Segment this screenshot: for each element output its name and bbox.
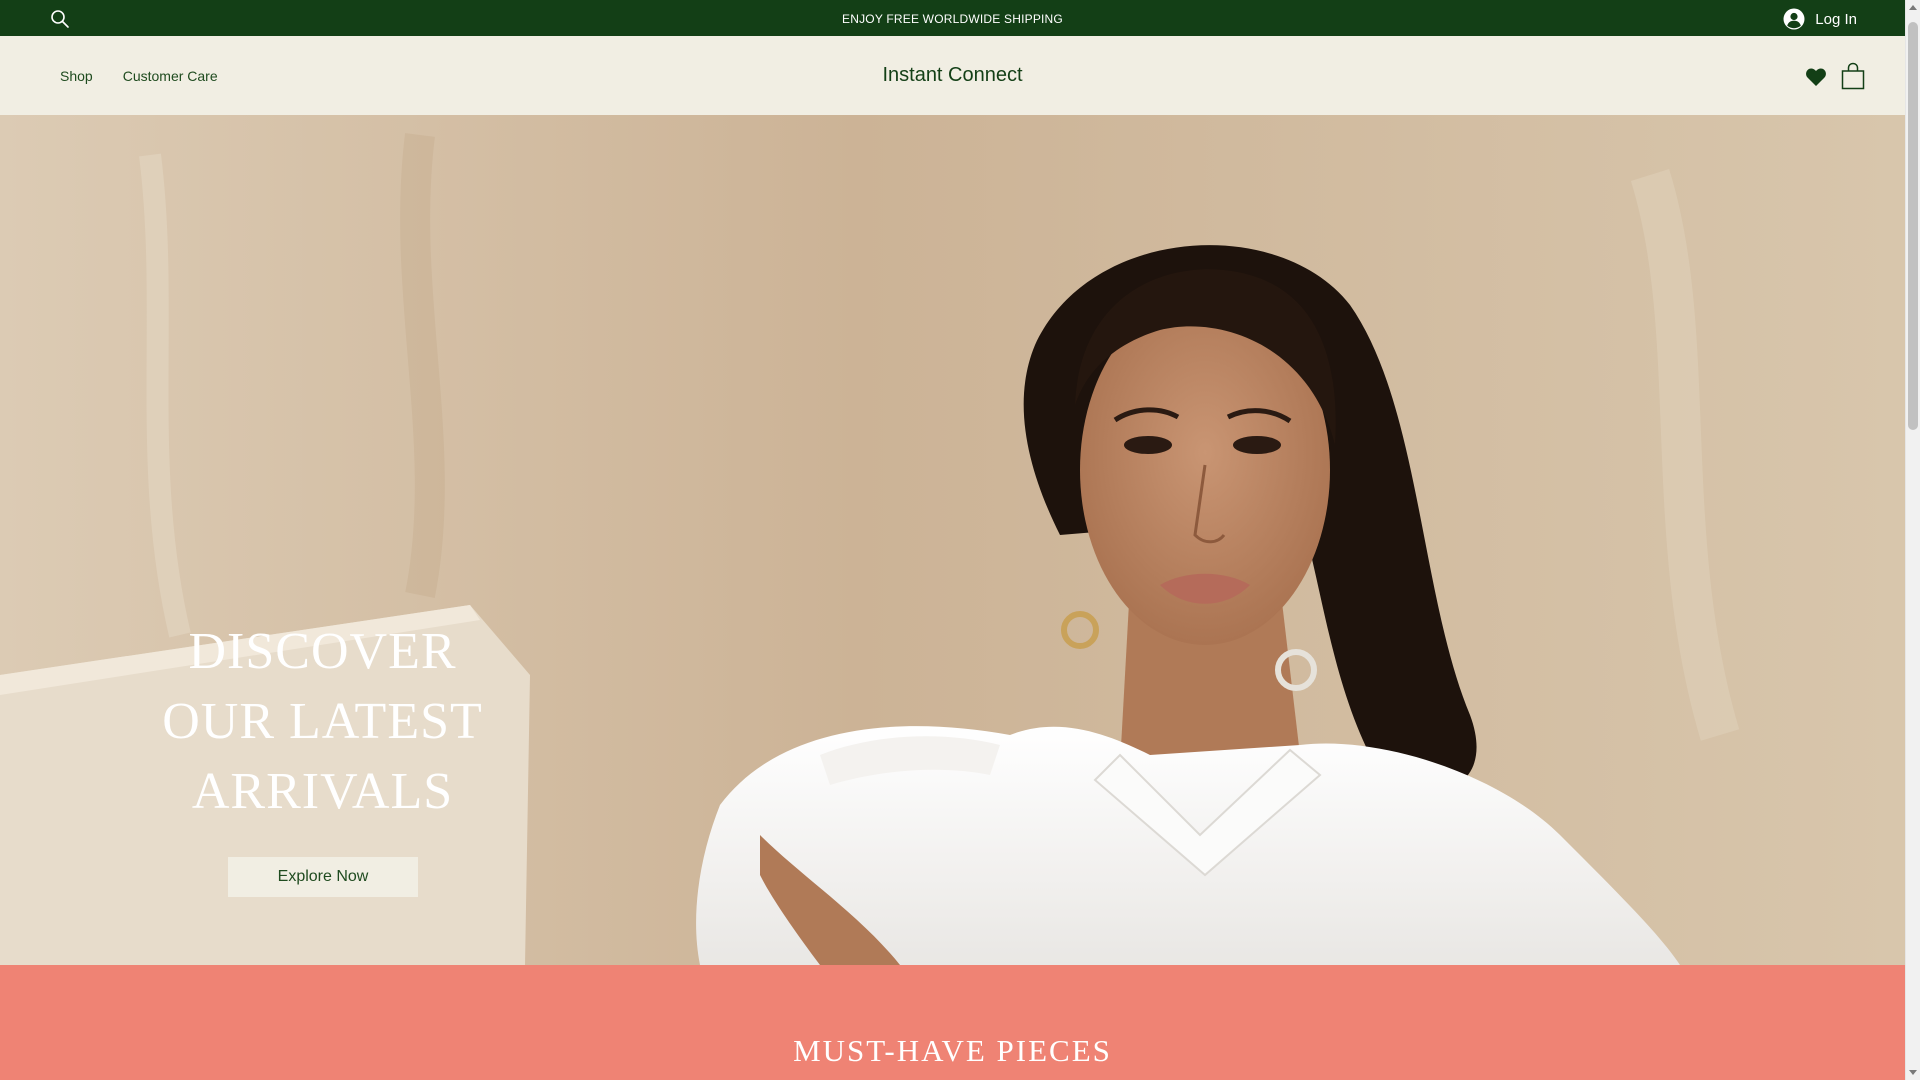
must-have-section: MUST-HAVE PIECES [0, 965, 1905, 1080]
site-header: Shop Customer Care Instant Connect [0, 36, 1905, 116]
scroll-up-arrow-icon[interactable] [1909, 5, 1917, 10]
shopping-bag-icon[interactable] [1841, 62, 1865, 90]
hero-headline-line: ARRIVALS [191, 763, 454, 820]
search-icon[interactable] [50, 9, 70, 29]
hero-headline: DISCOVER OUR LATEST ARRIVALS [120, 617, 525, 827]
page: ENJOY FREE WORLDWIDE SHIPPING Log In Sho… [0, 0, 1905, 1080]
hero-headline-line: OUR LATEST [162, 693, 483, 750]
hero-image [0, 115, 1905, 965]
user-avatar-icon [1783, 8, 1805, 30]
scroll-down-arrow-icon[interactable] [1909, 1070, 1917, 1075]
shipping-promo-text: ENJOY FREE WORLDWIDE SHIPPING [842, 12, 1063, 26]
heart-icon[interactable] [1805, 67, 1827, 87]
announcement-bar: ENJOY FREE WORLDWIDE SHIPPING Log In [0, 0, 1905, 36]
brand-logo-container: Instant Connect [0, 36, 1905, 115]
nav-item-customer-care[interactable]: Customer Care [123, 68, 218, 84]
explore-now-button[interactable]: Explore Now [228, 857, 418, 897]
brand-logo[interactable]: Instant Connect [882, 64, 1022, 86]
login-label: Log In [1815, 10, 1857, 28]
hero-banner: DISCOVER OUR LATEST ARRIVALS Explore Now [0, 115, 1905, 965]
section-title: MUST-HAVE PIECES [793, 1033, 1112, 1068]
nav-item-shop[interactable]: Shop [60, 68, 93, 84]
main-nav: Shop Customer Care [60, 36, 218, 115]
login-button[interactable]: Log In [1783, 7, 1857, 31]
hero-headline-line: DISCOVER [188, 623, 457, 680]
vertical-scrollbar[interactable] [1905, 0, 1920, 1080]
scrollbar-thumb[interactable] [1908, 22, 1918, 430]
